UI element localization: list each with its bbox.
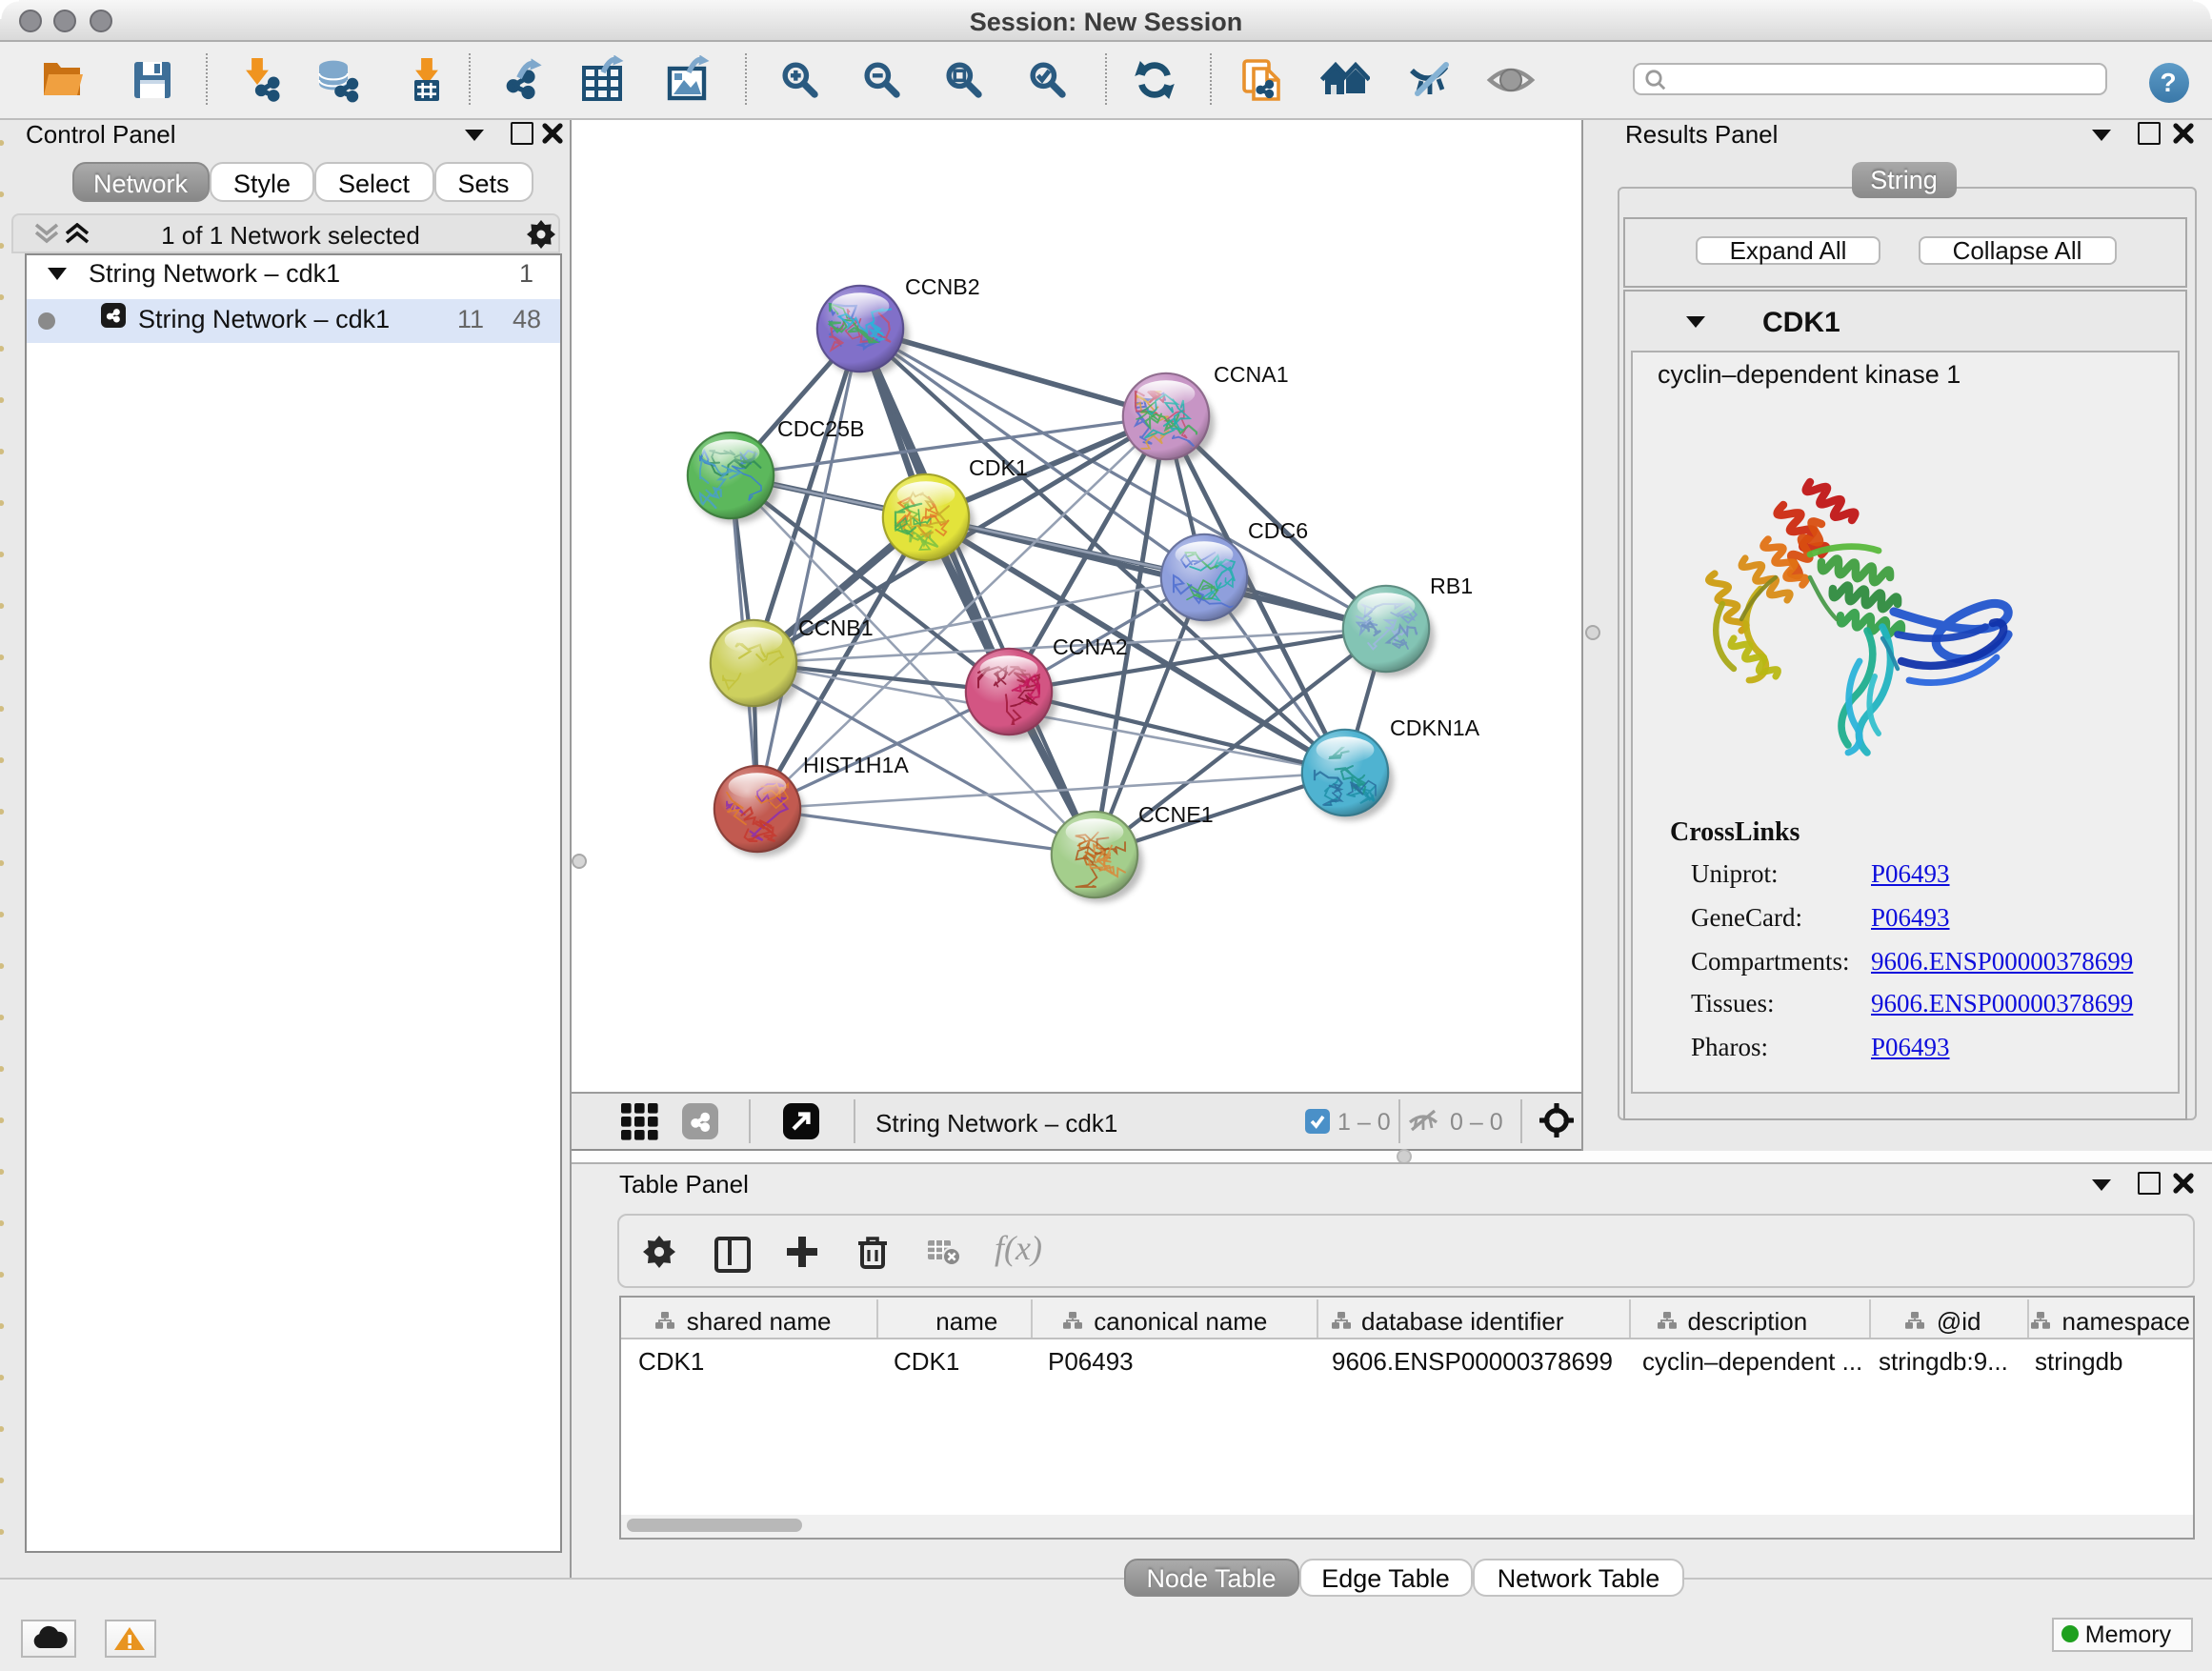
svg-text:CDK1: CDK1	[969, 454, 1028, 479]
svg-text:CCNB2: CCNB2	[905, 273, 980, 298]
svg-text:CDC25B: CDC25B	[777, 415, 865, 440]
svg-text:CCNA2: CCNA2	[1053, 634, 1128, 658]
svg-text:RB1: RB1	[1430, 573, 1473, 597]
svg-text:CCNB1: CCNB1	[798, 614, 874, 639]
svg-text:CDC6: CDC6	[1248, 517, 1308, 542]
svg-text:HIST1H1A: HIST1H1A	[803, 752, 909, 776]
svg-text:CDKN1A: CDKN1A	[1390, 715, 1480, 739]
svg-text:CCNE1: CCNE1	[1138, 801, 1214, 826]
svg-text:CCNA1: CCNA1	[1214, 361, 1289, 386]
